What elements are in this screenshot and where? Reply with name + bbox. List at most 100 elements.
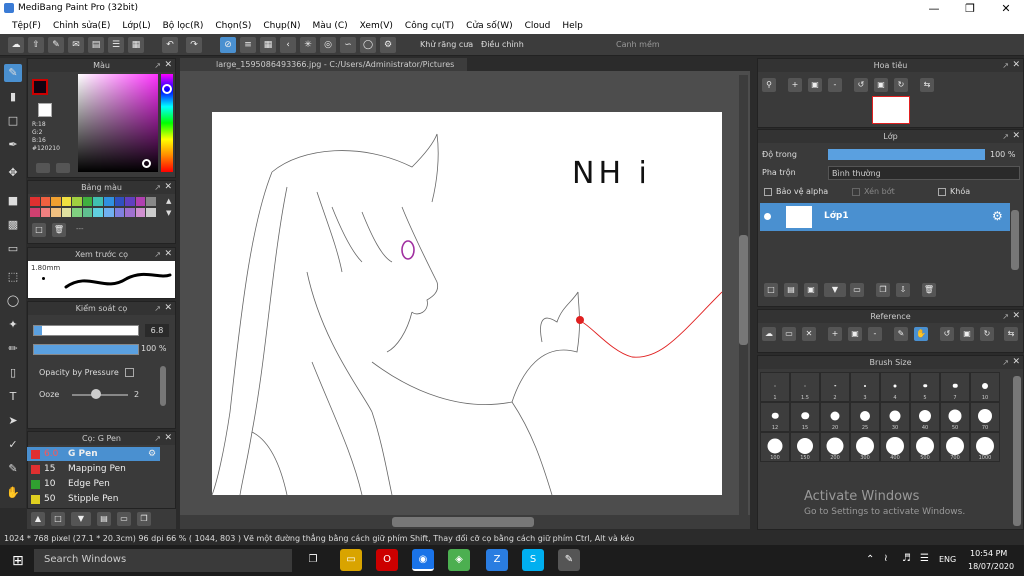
fill-rect-tool-icon[interactable]: ■ [4,192,22,210]
palette-swatch[interactable] [104,207,114,217]
popout-icon[interactable]: ↗ [154,248,161,261]
menu-snap[interactable]: Chụp(N) [257,21,306,31]
palette-swatch[interactable] [61,197,72,206]
secondary-color-swatch[interactable] [38,103,52,117]
zoom-out-icon[interactable]: - [828,78,842,92]
close-icon[interactable]: ✕ [164,181,172,194]
ref-close-icon[interactable]: ✕ [802,327,816,341]
ref-zoom-in-icon[interactable]: + [828,327,842,341]
snap-off-icon[interactable]: ⊘ [220,37,236,53]
menu-window[interactable]: Cửa số(W) [460,21,518,31]
brush-opacity-slider[interactable] [33,344,139,355]
palette-swatch[interactable] [30,197,40,206]
palette-swatch[interactable] [125,197,135,206]
menu-select[interactable]: Chọn(S) [209,21,257,31]
snap-parallel-icon[interactable]: ≡ [240,37,256,53]
snap-circle-icon[interactable]: ◎ [320,37,336,53]
ooze-handle[interactable] [91,389,101,399]
snap-curve-icon[interactable]: ∽ [340,37,356,53]
ref-eyedropper-icon[interactable]: ✎ [894,327,908,341]
pen-tool-icon[interactable]: ✒ [4,136,22,154]
document-tab[interactable]: large_1595086493366.jpg - C:/Users/Admin… [180,58,467,71]
zoom-fit-icon[interactable]: ⚲ [762,78,776,92]
gradient-tool-icon[interactable]: ▭ [4,240,22,258]
brush-size-option[interactable]: 2 [820,372,850,402]
ref-open-icon[interactable]: ▭ [782,327,796,341]
menu-view[interactable]: Xem(V) [354,21,399,31]
upload-icon[interactable]: ⇧ [28,37,44,53]
menu-file[interactable]: Tệp(F) [6,21,47,31]
brush-size-option[interactable]: 50 [940,402,970,432]
close-icon[interactable]: ✕ [1012,59,1020,72]
menu-tools[interactable]: Công cụ(T) [399,21,460,31]
brush-menu-icon[interactable]: ▼ [71,512,91,526]
file-explorer-icon[interactable]: ▭ [340,549,362,571]
ref-rotate-right-icon[interactable]: ↻ [980,327,994,341]
rotate-left-icon[interactable]: ↺ [854,78,868,92]
ref-flip-icon[interactable]: ⇆ [1004,327,1018,341]
protect-alpha-checkbox[interactable] [764,188,772,196]
tray-chevron-icon[interactable]: ⌃ [866,554,874,565]
control-scrollbar[interactable] [160,366,166,406]
brush-size-option[interactable]: 400 [880,432,910,462]
close-icon[interactable]: ✕ [988,0,1024,17]
primary-color-swatch[interactable] [32,79,48,95]
color-picker-icon[interactable] [56,163,70,173]
brush-size-scrollbar[interactable] [1013,376,1021,526]
eraser-tool-icon[interactable]: ▮ [4,88,22,106]
flip-icon[interactable]: ⇆ [920,78,934,92]
gear-icon[interactable]: ⚙ [992,209,1003,223]
vertical-scrollbar[interactable] [739,75,748,515]
popout-icon[interactable]: ↗ [154,432,161,445]
brush-size-option[interactable]: 12 [760,402,790,432]
reset-rotate-icon[interactable]: ▣ [874,78,888,92]
brush-size-option[interactable]: 500 [910,432,940,462]
snap-radial-icon[interactable]: ✳ [300,37,316,53]
blend-mode-select[interactable]: Bình thường [828,166,1020,180]
close-icon[interactable]: ✕ [1012,356,1020,369]
list-icon[interactable]: ☰ [108,37,124,53]
close-icon[interactable]: ✕ [164,302,172,315]
palette-swatch[interactable] [114,197,125,206]
brush-size-option[interactable]: 5 [910,372,940,402]
clock-time[interactable]: 10:54 PM [970,549,1007,558]
zoom-in-icon[interactable]: + [788,78,802,92]
popout-icon[interactable]: ↗ [1002,356,1009,369]
hand-tool-icon[interactable]: ✋ [4,484,22,502]
palette-swatch[interactable] [30,207,40,217]
menu-help[interactable]: Help [556,21,589,31]
layer-scrollbar[interactable] [1011,210,1019,270]
layer-row[interactable]: Lớp1 ⚙ [760,203,1010,231]
clock-date[interactable]: 18/07/2020 [968,562,1014,571]
close-icon[interactable]: ✕ [164,59,172,72]
brush-copy-icon[interactable]: ▤ [97,512,111,526]
duplicate-layer-icon[interactable]: ❐ [876,283,890,297]
brush-item-edge-pen[interactable]: 10 Edge Pen [27,477,160,491]
drawing-page[interactable]: NH i [211,112,723,496]
palette-scroll-down-icon[interactable]: ▼ [166,209,171,217]
app-icon-green[interactable]: ◈ [448,549,470,571]
close-icon[interactable]: ✕ [1012,310,1020,323]
brush-item-g-pen[interactable]: 6.0 G Pen ⚙ [27,447,160,461]
brush-size-option[interactable]: 3 [850,372,880,402]
bucket-tool-icon[interactable]: ▩ [4,216,22,234]
palette-swatch[interactable] [135,207,146,217]
operation-tool-icon[interactable]: ➤ [4,412,22,430]
palette-swatch[interactable] [40,197,51,206]
brush-size-option[interactable]: 25 [850,402,880,432]
notification-icon[interactable]: ☰ [920,553,929,564]
brush-size-option[interactable]: 1000 [970,432,1000,462]
palette-swatch[interactable] [72,207,82,217]
brush-tool-icon[interactable]: ✎ [4,64,22,82]
page-icon[interactable]: ▤ [88,37,104,53]
skype-icon[interactable]: S [522,549,544,571]
layer-opacity-slider[interactable] [828,149,985,160]
popout-icon[interactable]: ↗ [154,59,161,72]
menu-edit[interactable]: Chỉnh sửa(E) [47,21,116,31]
rect-tool-icon[interactable]: □ [4,112,22,130]
snap-grid-icon[interactable]: ▦ [260,37,276,53]
message-icon[interactable]: ✉ [68,37,84,53]
windows-start-icon[interactable]: ⊞ [12,553,24,569]
snap-vanish-icon[interactable]: ‹ [280,37,296,53]
palette-swatch[interactable] [125,207,135,217]
